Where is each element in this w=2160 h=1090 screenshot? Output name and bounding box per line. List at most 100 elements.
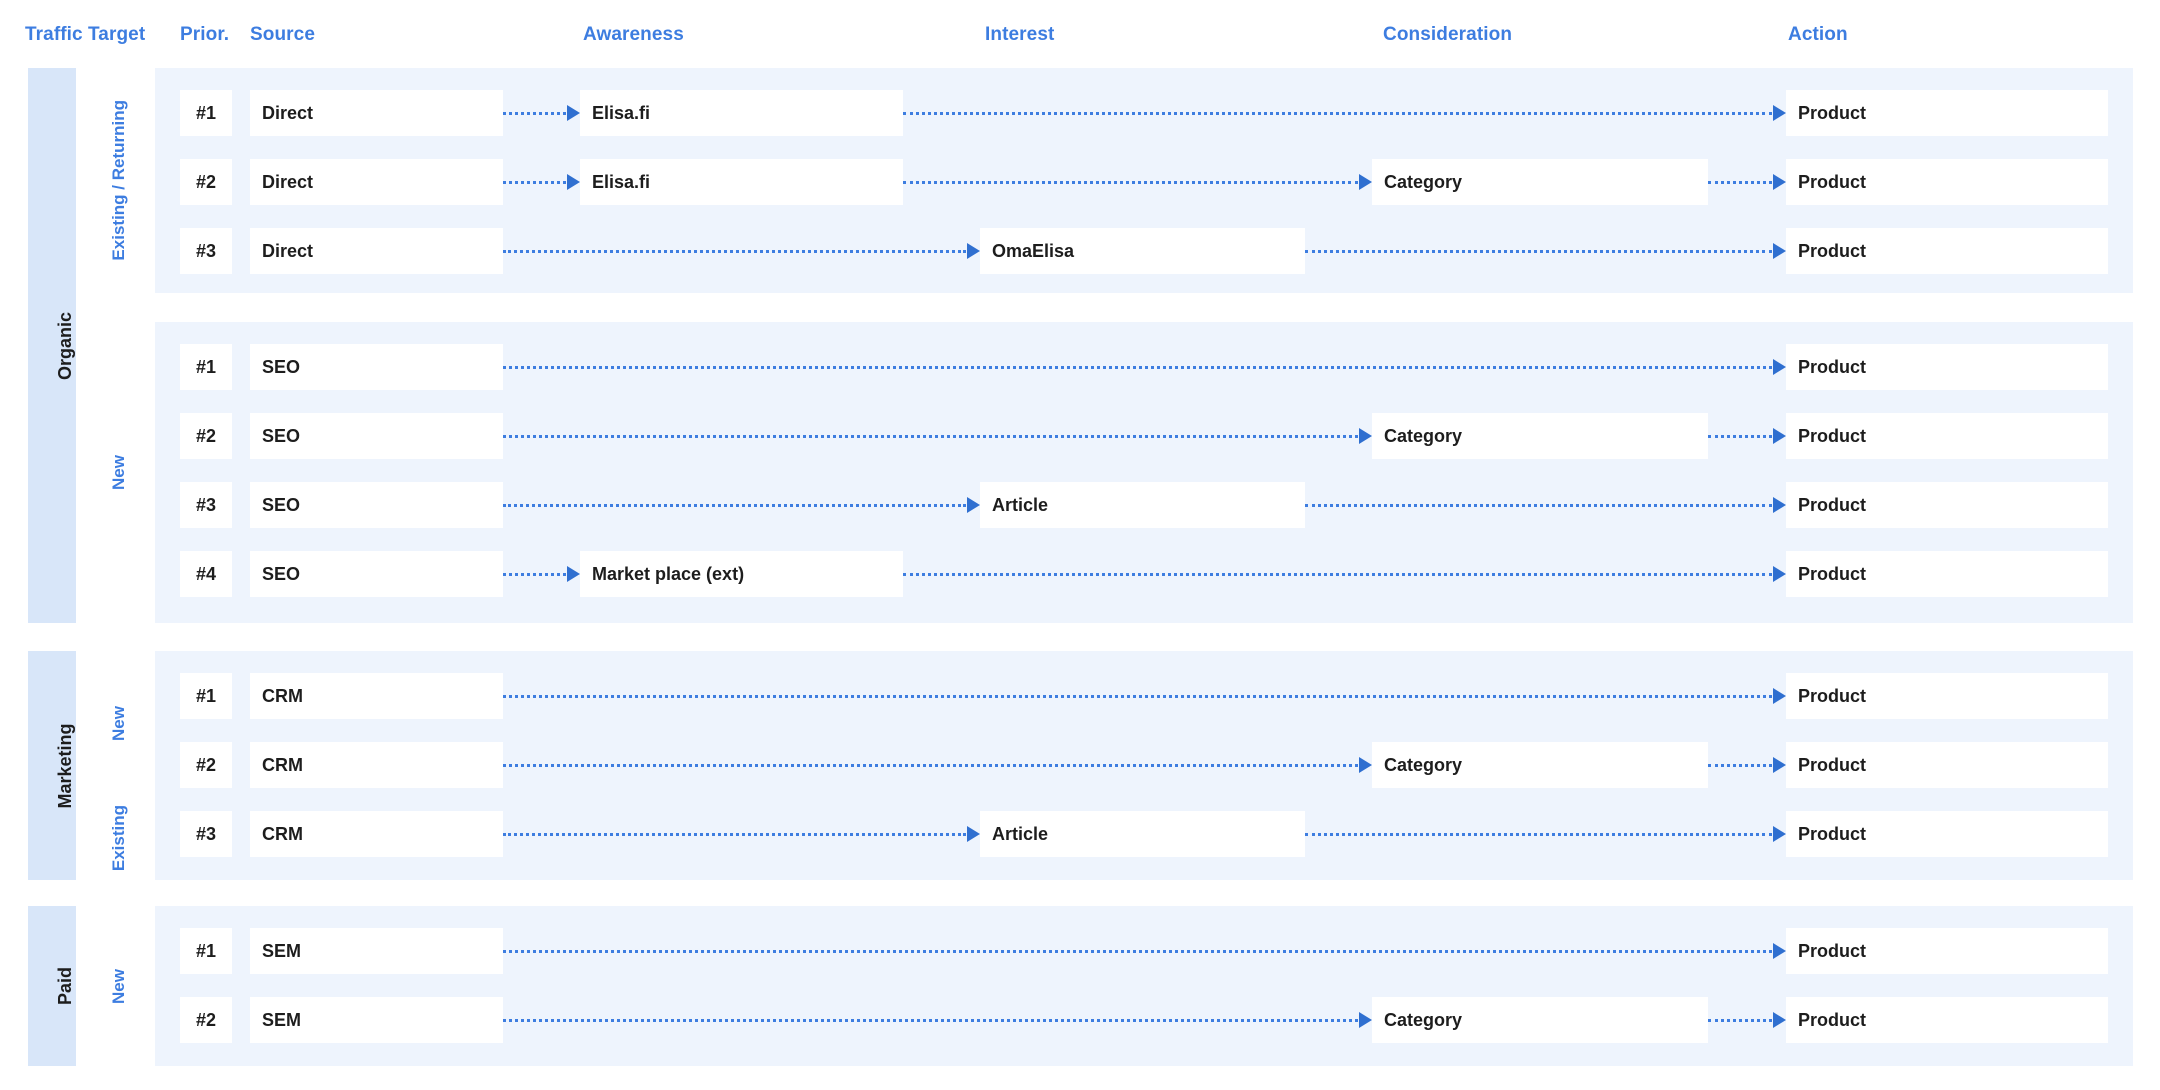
arrow-head-icon — [567, 566, 580, 582]
source-cell[interactable]: SEO — [250, 344, 503, 390]
stage-cell-action[interactable]: Product — [1786, 228, 2108, 274]
stage-cell-action[interactable]: Product — [1786, 811, 2108, 857]
priority-cell[interactable]: #2 — [180, 742, 232, 788]
stage-cell-text: Product — [1798, 494, 1867, 515]
stage-cell-action[interactable]: Product — [1786, 673, 2108, 719]
source-cell[interactable]: SEO — [250, 413, 503, 459]
source-cell[interactable]: SEM — [250, 997, 503, 1043]
priority-cell[interactable]: #2 — [180, 413, 232, 459]
stage-cell-text: Category — [1384, 754, 1463, 775]
priority-text: #2 — [195, 754, 217, 775]
source-text: CRM — [262, 685, 303, 706]
stage-cell-action[interactable]: Product — [1786, 742, 2108, 788]
priority-text: #2 — [195, 171, 217, 192]
source-cell[interactable]: CRM — [250, 742, 503, 788]
connector-line — [903, 180, 1358, 184]
connector-to-awareness — [503, 159, 580, 205]
journey-row: #3 Direct OmaElisa Product — [0, 228, 2160, 274]
stage-cell-text: Category — [1384, 425, 1463, 446]
connector-line — [503, 111, 566, 115]
connector-to-awareness — [503, 90, 580, 136]
source-cell[interactable]: Direct — [250, 228, 503, 274]
stage-cell-action[interactable]: Product — [1786, 344, 2108, 390]
source-cell[interactable]: CRM — [250, 673, 503, 719]
connector-line — [503, 694, 1772, 698]
source-text: SEM — [262, 1009, 302, 1030]
stage-cell-action[interactable]: Product — [1786, 928, 2108, 974]
stage-cell-action[interactable]: Product — [1786, 482, 2108, 528]
priority-cell[interactable]: #4 — [180, 551, 232, 597]
stage-cell-interest[interactable]: Article — [980, 811, 1305, 857]
connector-to-action — [503, 928, 1786, 974]
priority-cell[interactable]: #3 — [180, 811, 232, 857]
priority-cell[interactable]: #1 — [180, 928, 232, 974]
arrow-head-icon — [1773, 243, 1786, 259]
connector-to-action — [903, 90, 1786, 136]
stage-cell-awareness[interactable]: Market place (ext) — [580, 551, 903, 597]
stage-cell-text: Product — [1798, 425, 1867, 446]
connector-to-action — [1708, 159, 1786, 205]
stage-cell-text: Category — [1384, 171, 1463, 192]
journey-row: #1 SEM Product — [0, 928, 2160, 974]
stage-cell-text: Product — [1798, 1009, 1867, 1030]
source-text: Direct — [262, 102, 314, 123]
connector-to-action — [503, 344, 1786, 390]
source-text: SEO — [262, 494, 301, 515]
stage-cell-consideration[interactable]: Category — [1372, 997, 1708, 1043]
stage-cell-action[interactable]: Product — [1786, 413, 2108, 459]
source-cell[interactable]: Direct — [250, 159, 503, 205]
arrow-head-icon — [1773, 105, 1786, 121]
source-cell[interactable]: CRM — [250, 811, 503, 857]
source-cell[interactable]: Direct — [250, 90, 503, 136]
source-cell[interactable]: SEO — [250, 551, 503, 597]
arrow-head-icon — [1773, 757, 1786, 773]
source-cell[interactable]: SEO — [250, 482, 503, 528]
priority-cell[interactable]: #2 — [180, 159, 232, 205]
priority-text: #3 — [195, 823, 217, 844]
stage-cell-text: Product — [1798, 240, 1867, 261]
stage-cell-interest[interactable]: OmaElisa — [980, 228, 1305, 274]
connector-to-action — [1305, 228, 1786, 274]
connector-line — [903, 572, 1772, 576]
stage-cell-consideration[interactable]: Category — [1372, 159, 1708, 205]
stage-cell-awareness[interactable]: Elisa.fi — [580, 159, 903, 205]
arrow-head-icon — [1773, 497, 1786, 513]
stage-cell-interest[interactable]: Article — [980, 482, 1305, 528]
connector-to-awareness — [503, 551, 580, 597]
column-header-interest: Interest — [985, 24, 1055, 45]
priority-text: #3 — [195, 494, 217, 515]
stage-cell-awareness[interactable]: Elisa.fi — [580, 90, 903, 136]
arrow-head-icon — [567, 174, 580, 190]
priority-cell[interactable]: #1 — [180, 344, 232, 390]
source-cell[interactable]: SEM — [250, 928, 503, 974]
stage-cell-consideration[interactable]: Category — [1372, 413, 1708, 459]
connector-line — [503, 503, 966, 507]
journey-board: Traffic Target Prior. Source Awareness Intere… — [0, 0, 2160, 1090]
arrow-head-icon — [967, 497, 980, 513]
priority-cell[interactable]: #3 — [180, 228, 232, 274]
connector-line — [503, 434, 1358, 438]
connector-to-action — [1708, 413, 1786, 459]
stage-cell-action[interactable]: Product — [1786, 159, 2108, 205]
priority-cell[interactable]: #3 — [180, 482, 232, 528]
stage-cell-action[interactable]: Product — [1786, 997, 2108, 1043]
stage-cell-text: Product — [1798, 685, 1867, 706]
source-text: SEO — [262, 563, 301, 584]
connector-to-action — [1305, 811, 1786, 857]
journey-row: #2 SEM Category Product — [0, 997, 2160, 1043]
arrow-head-icon — [1773, 174, 1786, 190]
priority-cell[interactable]: #2 — [180, 997, 232, 1043]
arrow-head-icon — [567, 105, 580, 121]
journey-row: #2 CRM Category Product — [0, 742, 2160, 788]
source-text: SEO — [262, 425, 301, 446]
stage-cell-action[interactable]: Product — [1786, 551, 2108, 597]
arrow-head-icon — [1773, 1012, 1786, 1028]
stage-cell-text: Product — [1798, 940, 1867, 961]
connector-line — [1708, 434, 1772, 438]
journey-row: #1 Direct Elisa.fi Product — [0, 90, 2160, 136]
stage-cell-action[interactable]: Product — [1786, 90, 2108, 136]
arrow-head-icon — [1773, 428, 1786, 444]
stage-cell-consideration[interactable]: Category — [1372, 742, 1708, 788]
priority-cell[interactable]: #1 — [180, 673, 232, 719]
priority-cell[interactable]: #1 — [180, 90, 232, 136]
